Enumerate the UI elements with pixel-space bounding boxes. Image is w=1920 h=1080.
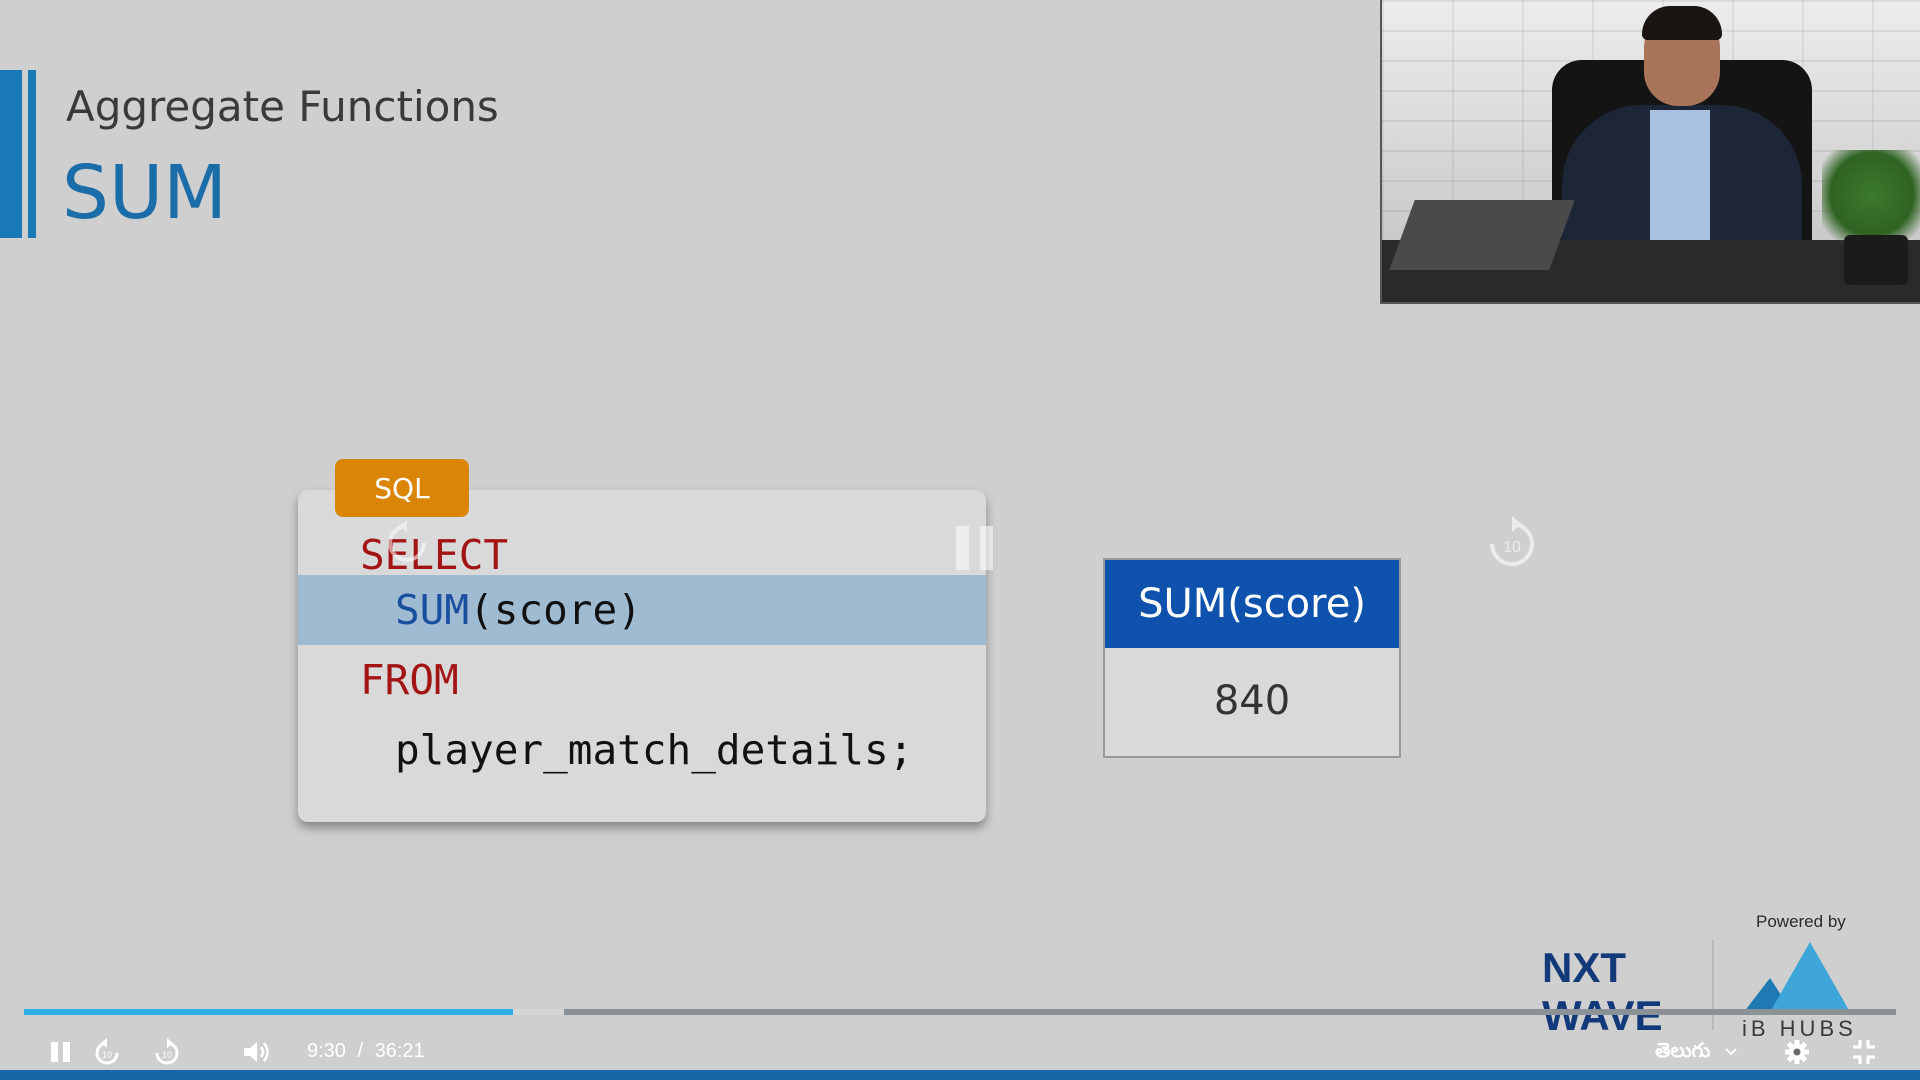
chevron-down-icon — [1725, 1048, 1737, 1056]
slide-title: SUM — [62, 150, 227, 236]
svg-text:10: 10 — [1503, 539, 1521, 556]
code-line-table: player_match_details; — [395, 726, 914, 774]
language-selector[interactable]: తెలుగు — [1655, 1040, 1738, 1067]
svg-text:10: 10 — [162, 1050, 172, 1060]
result-header: SUM(score) — [1105, 560, 1399, 648]
exit-fullscreen-icon[interactable] — [1850, 1036, 1878, 1068]
laptop — [1389, 200, 1575, 270]
title-accent-bar-thin — [28, 70, 36, 238]
time-display: 9:30 / 36:21 — [307, 1040, 425, 1063]
rewind-10-icon[interactable]: 10 — [92, 1036, 122, 1068]
current-time: 9:30 — [307, 1040, 346, 1062]
volume-icon[interactable] — [240, 1036, 272, 1068]
powered-by-label: Powered by — [1756, 912, 1846, 931]
pause-icon[interactable] — [48, 1036, 74, 1068]
rewind-overlay-icon[interactable] — [382, 518, 432, 568]
title-accent-bar — [0, 70, 22, 238]
brand-divider — [1712, 940, 1714, 1030]
result-value: 840 — [1213, 678, 1291, 724]
bottom-strip — [0, 1070, 1920, 1080]
video-frame[interactable]: Aggregate Functions SUM SELECT SUM (score… — [0, 0, 1920, 1080]
progress-played[interactable] — [24, 1009, 513, 1015]
code-line-from: FROM — [360, 656, 459, 704]
slide-subtitle: Aggregate Functions — [66, 82, 499, 131]
language-label: తెలుగు — [1655, 1040, 1711, 1062]
svg-text:WAVE: WAVE — [1542, 992, 1663, 1038]
duration: 36:21 — [374, 1040, 425, 1062]
pause-overlay-icon[interactable] — [956, 526, 996, 570]
svg-text:NXT: NXT — [1542, 944, 1626, 991]
gear-icon[interactable] — [1782, 1036, 1812, 1068]
forward-10-icon[interactable]: 10 — [152, 1036, 182, 1068]
sql-language-tag: SQL — [335, 459, 469, 517]
time-separator: / — [357, 1040, 364, 1062]
code-line-sum: SUM (score) — [298, 575, 986, 645]
svg-text:10: 10 — [102, 1050, 112, 1060]
result-table: SUM(score) 840 — [1103, 558, 1401, 758]
presenter-video — [1380, 0, 1920, 304]
ib-hubs-logo: iB HUBS — [1742, 942, 1853, 1040]
forward-overlay-icon[interactable]: 10 — [1484, 512, 1540, 572]
nxtwave-logo: NXT WAVE — [1542, 944, 1663, 1038]
